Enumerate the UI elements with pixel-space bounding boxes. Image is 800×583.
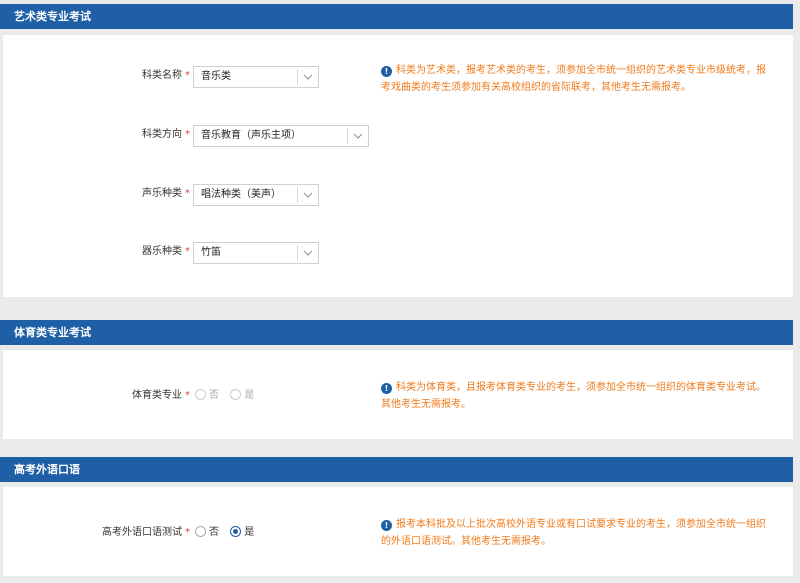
required-mark: *: [185, 527, 190, 538]
chevron-down-icon[interactable]: [302, 189, 314, 201]
select-divider: [347, 128, 348, 144]
radio-button-checked[interactable]: [230, 526, 242, 537]
sports-exam-hint-line-1: ! 科类为体育类，且报考体育类专业的考生，须参加全市统一组织的体育类专业考试。: [381, 379, 789, 396]
oral-test-label-text: 高考外语口语测试: [102, 527, 182, 538]
oral-test-option-yes-label: 是: [244, 527, 255, 538]
required-mark: *: [185, 246, 190, 257]
oral-test-label: 高考外语口语测试 *: [10, 523, 190, 543]
select-divider: [297, 187, 298, 203]
subject-category-label-text: 科类名称: [142, 70, 182, 81]
art-exam-hint: ! 科类为艺术类，报考艺术类的考生，须参加全市统一组织的艺术类专业市级统考，报 考…: [381, 62, 789, 96]
oral-exam-panel: 高考外语口语测试 * 否 是 ! 报考本科批及以上批次高校外语专业或有口试要求专业的…: [3, 487, 793, 576]
chevron-down-icon[interactable]: [302, 247, 314, 259]
oral-test-option-yes[interactable]: 是: [230, 523, 254, 543]
oral-exam-hint: ! 报考本科批及以上批次高校外语专业或有口试要求专业的考生，须参加全市统一组织 的…: [381, 516, 789, 550]
sports-exam-hint: ! 科类为体育类，且报考体育类专业的考生，须参加全市统一组织的体育类专业考试。 其…: [381, 379, 789, 413]
select-divider: [297, 245, 298, 261]
sports-major-option-no[interactable]: 否: [195, 386, 219, 406]
subject-category-value: 音乐类: [201, 71, 231, 82]
subject-direction-value: 音乐教育（声乐主项）: [201, 130, 301, 141]
info-icon: !: [381, 66, 392, 77]
instrument-type-value: 竹笛: [201, 247, 221, 258]
oral-exam-hint-line-2: 的外语口语测试。其他考生无需报考。: [381, 536, 551, 547]
subject-direction-label-text: 科类方向: [142, 129, 182, 140]
instrument-type-label: 器乐种类 *: [10, 242, 190, 262]
sports-major-label: 体育类专业 *: [10, 386, 190, 406]
select-divider: [297, 69, 298, 85]
sports-major-label-text: 体育类专业: [132, 390, 182, 401]
chevron-down-icon[interactable]: [352, 130, 364, 142]
sports-major-option-yes[interactable]: 是: [230, 386, 254, 406]
sports-exam-panel: 体育类专业 * 否 是 ! 科类为体育类，且报考体育类专业的考生，须参加全市统一组织…: [3, 350, 793, 439]
sports-exam-hint-line-2: 其他考生无需报考。: [381, 399, 471, 410]
required-mark: *: [185, 390, 190, 401]
subject-category-select[interactable]: 音乐类: [193, 66, 319, 88]
subject-direction-label: 科类方向 *: [10, 125, 190, 145]
art-exam-header: 艺术类专业考试: [0, 4, 793, 29]
vocal-type-select[interactable]: 唱法种类（美声）: [193, 184, 319, 206]
sports-major-option-no-label: 否: [209, 390, 219, 401]
radio-button[interactable]: [195, 526, 206, 537]
vocal-type-label-text: 声乐种类: [142, 188, 182, 199]
art-exam-hint-text-1: 科类为艺术类，报考艺术类的考生，须参加全市统一组织的艺术类专业市级统考，报: [396, 65, 766, 76]
art-exam-panel: 科类名称 * 音乐类 科类方向 * 音乐教育（声乐主项） 声乐种类 * 唱法种类（美声…: [3, 35, 793, 297]
sports-major-radio-group: 否 是: [195, 386, 262, 406]
oral-exam-header: 高考外语口语: [0, 457, 793, 482]
subject-direction-select[interactable]: 音乐教育（声乐主项）: [193, 125, 369, 147]
oral-exam-hint-line-1: ! 报考本科批及以上批次高校外语专业或有口试要求专业的考生，须参加全市统一组织: [381, 516, 789, 533]
oral-test-radio-group: 否 是: [195, 523, 262, 543]
radio-button[interactable]: [230, 389, 242, 400]
required-mark: *: [185, 188, 190, 199]
sports-exam-header: 体育类专业考试: [0, 320, 793, 345]
oral-exam-hint-text-1: 报考本科批及以上批次高校外语专业或有口试要求专业的考生，须参加全市统一组织: [396, 519, 766, 530]
vocal-type-value: 唱法种类（美声）: [201, 189, 281, 200]
art-exam-hint-line-2: 考戏曲类的考生须参加有关高校组织的省际联考，其他考生无需报考。: [381, 82, 691, 93]
art-exam-hint-line-1: ! 科类为艺术类，报考艺术类的考生，须参加全市统一组织的艺术类专业市级统考，报: [381, 62, 789, 79]
oral-test-option-no-label: 否: [209, 527, 219, 538]
required-mark: *: [185, 70, 190, 81]
oral-test-option-no[interactable]: 否: [195, 523, 219, 543]
radio-button[interactable]: [195, 389, 206, 400]
chevron-down-icon[interactable]: [302, 71, 314, 83]
instrument-type-label-text: 器乐种类: [142, 246, 182, 257]
info-icon: !: [381, 520, 392, 531]
sports-major-option-yes-label: 是: [244, 390, 255, 401]
sports-exam-hint-text-1: 科类为体育类，且报考体育类专业的考生，须参加全市统一组织的体育类专业考试。: [396, 382, 766, 393]
subject-category-label: 科类名称 *: [10, 66, 190, 86]
vocal-type-label: 声乐种类 *: [10, 184, 190, 204]
instrument-type-select[interactable]: 竹笛: [193, 242, 319, 264]
required-mark: *: [185, 129, 190, 140]
info-icon: !: [381, 383, 392, 394]
